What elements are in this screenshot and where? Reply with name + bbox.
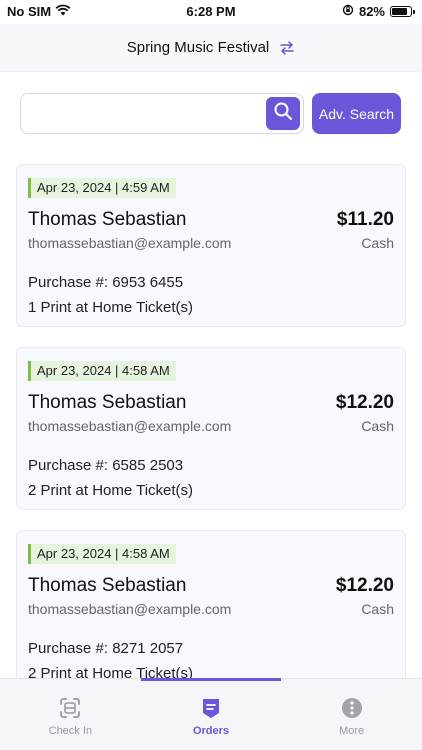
order-card[interactable]: Apr 23, 2024 | 4:58 AM Thomas Sebastian … — [16, 530, 406, 693]
battery-icon — [390, 6, 415, 17]
status-bar: No SIM 6:28 PM 82% — [0, 0, 422, 24]
orientation-lock-icon — [342, 4, 354, 19]
advanced-search-button[interactable]: Adv. Search — [312, 93, 401, 134]
order-date-badge: Apr 23, 2024 | 4:58 AM — [28, 361, 176, 381]
swap-arrows-icon[interactable] — [279, 40, 295, 55]
app-header: Spring Music Festival — [0, 24, 422, 72]
battery-fill — [392, 8, 407, 15]
battery-percent: 82% — [358, 4, 385, 19]
ticket-count: 1 Print at Home Ticket(s) — [28, 299, 194, 316]
search-button[interactable] — [266, 97, 300, 130]
search-box — [20, 93, 304, 134]
search-icon — [273, 101, 293, 126]
payment-method: Cash — [361, 235, 394, 251]
customer-name: Thomas Sebastian — [28, 392, 187, 413]
event-title: Spring Music Festival — [126, 39, 270, 56]
customer-email: thomassebastian@example.com — [28, 418, 232, 434]
order-date-badge: Apr 23, 2024 | 4:59 AM — [28, 178, 176, 198]
search-row: Adv. Search — [20, 93, 402, 134]
status-right: 82% — [342, 4, 415, 19]
order-amount: $12.20 — [335, 575, 394, 596]
payment-method: Cash — [361, 601, 394, 617]
purchase-number: Purchase #: 6585 2503 — [28, 457, 184, 474]
tab-label: Orders — [192, 725, 230, 737]
more-icon — [341, 697, 363, 719]
tab-orders[interactable]: Orders — [140, 678, 282, 750]
order-amount: $11.20 — [336, 209, 394, 230]
customer-email: thomassebastian@example.com — [28, 235, 232, 251]
scan-icon — [59, 697, 81, 719]
purchase-number: Purchase #: 8271 2057 — [28, 640, 184, 657]
purchase-number: Purchase #: 6953 6455 — [28, 274, 184, 291]
customer-name: Thomas Sebastian — [28, 575, 187, 596]
tab-label: More — [339, 725, 365, 737]
search-input[interactable] — [21, 94, 261, 132]
tab-check-in[interactable]: Check In — [0, 679, 141, 750]
tab-bar: Check In Orders More — [0, 678, 422, 750]
tab-label: Check In — [48, 725, 93, 737]
tab-more[interactable]: More — [281, 679, 422, 750]
payment-method: Cash — [361, 418, 394, 434]
orders-icon — [200, 697, 222, 719]
orders-list: Apr 23, 2024 | 4:59 AM Thomas Sebastian … — [16, 164, 406, 713]
order-card[interactable]: Apr 23, 2024 | 4:59 AM Thomas Sebastian … — [16, 164, 406, 327]
customer-name: Thomas Sebastian — [28, 209, 187, 230]
order-amount: $12.20 — [335, 392, 394, 413]
order-date-badge: Apr 23, 2024 | 4:58 AM — [28, 544, 176, 564]
ticket-count: 2 Print at Home Ticket(s) — [28, 482, 194, 499]
customer-email: thomassebastian@example.com — [28, 601, 232, 617]
order-card[interactable]: Apr 23, 2024 | 4:58 AM Thomas Sebastian … — [16, 347, 406, 510]
